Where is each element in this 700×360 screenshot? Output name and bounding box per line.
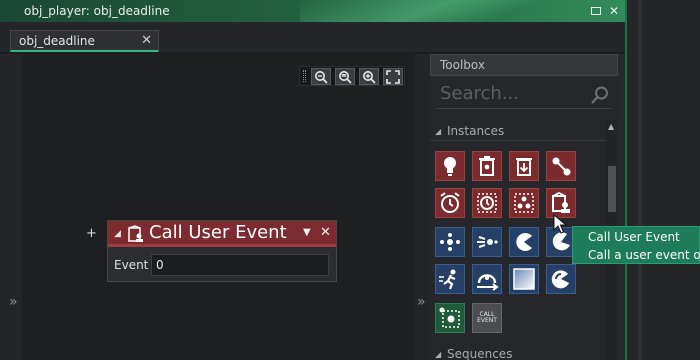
- toolbar-grip-icon[interactable]: [303, 70, 306, 82]
- event-field-input[interactable]: 0: [151, 254, 329, 276]
- mouse-cursor-icon: [553, 213, 568, 238]
- panel-divider[interactable]: »: [415, 54, 430, 360]
- search-placeholder: Search...: [440, 83, 520, 104]
- call-event-text-icon[interactable]: CALL EVENT: [472, 303, 502, 333]
- title-bar[interactable]: obj_player: obj_deadline ✕: [0, 0, 625, 22]
- section-instances[interactable]: ◢ Instances: [430, 123, 606, 141]
- event-block-header[interactable]: ◢ Call User Event ▼ ✕: [108, 221, 336, 247]
- background-bar: [638, 0, 642, 360]
- canvas-left-gutter: »: [0, 54, 22, 360]
- toolbox-search-input[interactable]: Search...: [436, 81, 612, 109]
- block-menu-icon[interactable]: ▼: [303, 227, 311, 238]
- event-block-title: Call User Event: [149, 222, 287, 243]
- section-collapse-icon: ◢: [435, 350, 442, 359]
- maximize-icon[interactable]: [588, 3, 604, 19]
- expand-toolbox-icon[interactable]: »: [417, 294, 426, 310]
- pacman-icon[interactable]: [509, 227, 539, 257]
- object-editor-window: obj_player: obj_deadline ✕ obj_deadline …: [0, 0, 627, 360]
- tooltip-title: Call User Event: [588, 230, 680, 244]
- event-field-label: Event: [114, 258, 149, 272]
- instance-selection-icon[interactable]: [435, 303, 465, 333]
- call-user-event-block[interactable]: ◢ Call User Event ▼ ✕ Event 0: [107, 220, 337, 282]
- add-event-icon[interactable]: +: [86, 226, 97, 241]
- toolbox-panel: Toolbox Search... ◢ Instances ▲ CALL EVE…: [430, 54, 618, 360]
- tab-close-icon[interactable]: ✕: [141, 33, 152, 48]
- tab-obj-deadline[interactable]: obj_deadline ✕: [10, 30, 159, 52]
- zoom-out-icon[interactable]: [335, 68, 355, 85]
- section-rule: [430, 140, 606, 141]
- call-event-tile-text: CALL EVENT: [477, 311, 497, 324]
- pacman-swirl-icon[interactable]: [546, 264, 576, 294]
- tooltip-description: Call a user event on: [588, 248, 700, 262]
- background-window: [626, 0, 700, 360]
- section-collapse-icon: ◢: [435, 127, 442, 136]
- fit-screen-icon[interactable]: [383, 68, 403, 85]
- destroy-instance-icon[interactable]: [472, 151, 502, 181]
- tab-strip: obj_deadline ✕: [0, 22, 625, 54]
- title-bar-gloss: [300, 0, 590, 22]
- expand-panel-icon[interactable]: »: [9, 294, 18, 310]
- set-alarm-icon[interactable]: [435, 188, 465, 218]
- section-sequences[interactable]: ◢ Sequences: [430, 346, 606, 360]
- get-alarm-icon[interactable]: [472, 188, 502, 218]
- instance-count-icon[interactable]: [509, 188, 539, 218]
- sprite-gradient-icon[interactable]: [509, 264, 539, 294]
- close-icon[interactable]: ✕: [606, 3, 622, 19]
- zoom-toolbar: [299, 66, 405, 86]
- screen: obj_player: obj_deadline ✕ obj_deadline …: [0, 0, 700, 360]
- toolbox-header: Toolbox: [430, 54, 618, 76]
- tab-label: obj_deadline: [19, 34, 95, 48]
- event-canvas[interactable]: [22, 54, 415, 360]
- zoom-in-icon[interactable]: [359, 68, 379, 85]
- create-instance-icon[interactable]: [435, 151, 465, 181]
- set-instance-variable-icon[interactable]: [435, 227, 465, 257]
- tooltip: Call User Event Call a user event on: [572, 226, 700, 264]
- window-title: obj_player: obj_deadline: [24, 4, 170, 18]
- block-close-icon[interactable]: ✕: [320, 225, 331, 240]
- runner-icon[interactable]: [435, 264, 465, 294]
- change-instance-icon[interactable]: [546, 151, 576, 181]
- collapse-triangle-icon[interactable]: ◢: [114, 229, 121, 239]
- get-instance-variable-icon[interactable]: [472, 227, 502, 257]
- toolbox-title: Toolbox: [440, 58, 485, 72]
- section-label: Instances: [447, 124, 505, 138]
- section-label: Sequences: [447, 347, 513, 360]
- jump-icon[interactable]: [472, 264, 502, 294]
- search-icon[interactable]: [590, 85, 610, 109]
- destroy-at-position-icon[interactable]: [509, 151, 539, 181]
- call-user-event-icon: [127, 225, 145, 247]
- zoom-reset-icon[interactable]: [311, 68, 331, 85]
- scrollbar-thumb[interactable]: [608, 166, 616, 212]
- scroll-up-icon[interactable]: ▲: [608, 122, 614, 131]
